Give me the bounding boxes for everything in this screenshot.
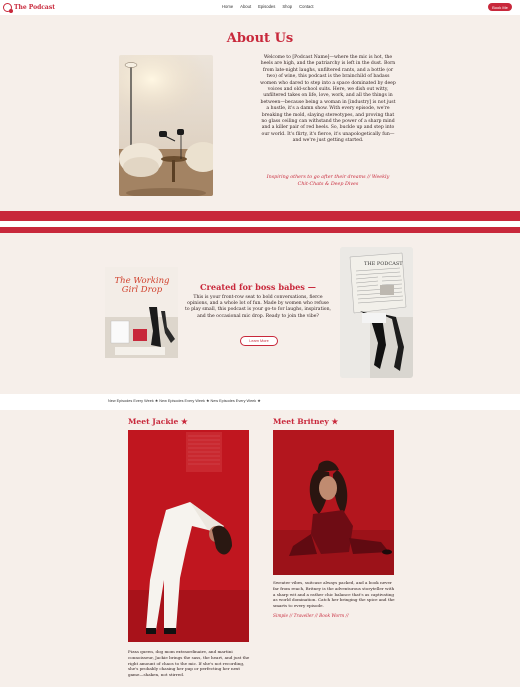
about-title: About Us <box>226 31 294 46</box>
top-navbar: The Podcast Home About Episodes Shop Con… <box>0 0 520 15</box>
about-body: Welcome to [Podcast Name]—where the mic … <box>260 55 396 144</box>
podcast-logo-icon <box>3 3 13 13</box>
boss-babes-section: The Working Girl Drop Created for boss b… <box>0 233 520 394</box>
logo[interactable]: The Podcast <box>3 2 55 13</box>
book-me-button[interactable]: Book Me <box>488 3 512 11</box>
episodes-ticker: New Episodes Every Week ★ New Episodes E… <box>0 394 520 406</box>
studio-photo <box>119 55 213 196</box>
magazine-photo: The Working Girl Drop <box>105 267 178 358</box>
britney-photo <box>273 430 394 575</box>
logo-text: The Podcast <box>14 4 55 11</box>
hosts-section: Meet Jackie ★ Pizza queen, dog mom extra… <box>0 410 520 687</box>
nav-item-episodes[interactable]: Episodes <box>258 4 275 9</box>
newspaper-title: THE PODCAST <box>364 261 403 267</box>
britney-bio: Sweater vibes, suitcase always packed, a… <box>273 580 395 609</box>
britney-tags: Simple // Traveller // Book Worm // <box>273 614 349 619</box>
learn-more-button[interactable]: Learn More <box>240 336 278 346</box>
jackie-heading: Meet Jackie ★ <box>128 417 188 426</box>
jackie-bio: Pizza queen, dog mom extraordinaire, and… <box>128 649 250 678</box>
nav-menu: Home About Episodes Shop Contact <box>222 4 314 9</box>
nav-item-about[interactable]: About <box>240 4 251 9</box>
britney-heading: Meet Britney ★ <box>273 417 339 426</box>
ticker-text: New Episodes Every Week ★ New Episodes E… <box>108 399 261 403</box>
about-section: About Us Welcome to [Podcast Name]—where… <box>0 15 520 211</box>
nav-item-shop[interactable]: Shop <box>282 4 292 9</box>
boss-body: This is your front-row seat to bold conv… <box>185 295 331 319</box>
boss-title: Created for boss babes — <box>200 282 316 292</box>
newspaper-photo: THE PODCAST <box>340 247 413 378</box>
about-tagline: Inspiring others to go after their dream… <box>266 175 390 187</box>
nav-item-home[interactable]: Home <box>222 4 233 9</box>
jackie-photo <box>128 430 249 642</box>
nav-item-contact[interactable]: Contact <box>299 4 313 9</box>
red-divider-stripe <box>0 211 520 221</box>
